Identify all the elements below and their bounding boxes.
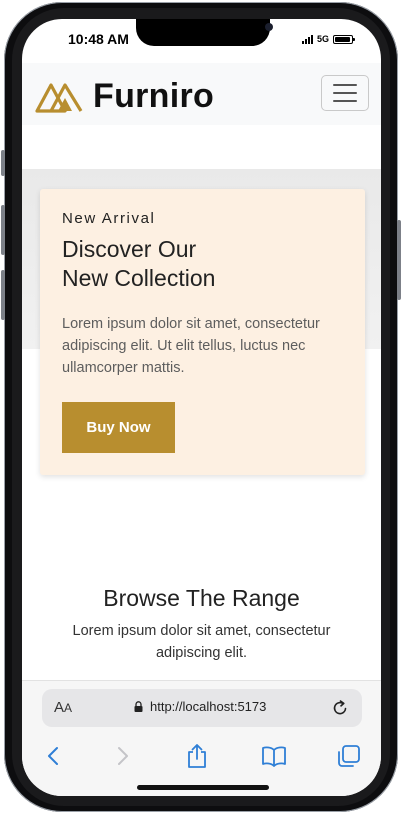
reload-icon[interactable] [330, 698, 350, 718]
lock-icon [134, 701, 143, 712]
forward-icon[interactable] [108, 741, 138, 771]
notch [136, 19, 273, 46]
reader-label-small: A [64, 701, 73, 715]
battery-icon [333, 34, 355, 44]
brand-name: Furniro [93, 77, 215, 115]
browser-toolbar [22, 741, 381, 775]
tabs-icon[interactable] [334, 741, 364, 771]
volume-down-button [1, 205, 5, 255]
camera-icon [265, 23, 273, 31]
status-indicators: 5G [301, 34, 355, 44]
hero-title-line1: Discover Our [62, 236, 197, 262]
home-indicator [137, 785, 269, 790]
back-icon[interactable] [38, 741, 68, 771]
network-type: 5G [316, 34, 329, 44]
range-title: Browse The Range [103, 585, 300, 611]
hero-title-line2: New Collection [62, 265, 216, 291]
browser-chrome: AA http://localhost:5173 [22, 680, 381, 796]
logo-icon [35, 82, 83, 113]
share-icon[interactable] [182, 741, 212, 771]
range-description: Lorem ipsum dolor sit amet, consectetur … [72, 623, 331, 661]
address-bar[interactable]: AA http://localhost:5173 [42, 689, 362, 727]
hero-description: Lorem ipsum dolor sit amet, consectetur … [62, 316, 320, 376]
buy-now-button[interactable]: Buy Now [62, 402, 175, 453]
menu-line [333, 100, 357, 102]
hero-card: New Arrival Discover Our New Collection … [40, 189, 365, 475]
status-time: 10:48 AM [68, 31, 129, 47]
volume-up-button [1, 150, 5, 176]
hero-label: New Arrival [62, 210, 156, 227]
menu-line [333, 84, 357, 86]
reader-label-big: A [54, 699, 65, 716]
brand-logo[interactable]: Furniro [35, 77, 214, 116]
menu-toggle-button[interactable] [321, 75, 369, 111]
menu-line [333, 92, 357, 94]
navbar: Furniro [22, 63, 381, 125]
hero-title: Discover Our New Collection [62, 235, 352, 293]
bookmarks-icon[interactable] [259, 741, 289, 771]
signal-icon [301, 34, 313, 44]
volume-down-button-2 [1, 270, 5, 320]
reader-mode-button[interactable]: AA [54, 699, 72, 716]
url-text[interactable]: http://localhost:5173 [150, 699, 266, 714]
power-button [397, 220, 401, 300]
phone-screen: 10:48 AM 5G Furniro New Arrival Discover… [22, 19, 381, 796]
